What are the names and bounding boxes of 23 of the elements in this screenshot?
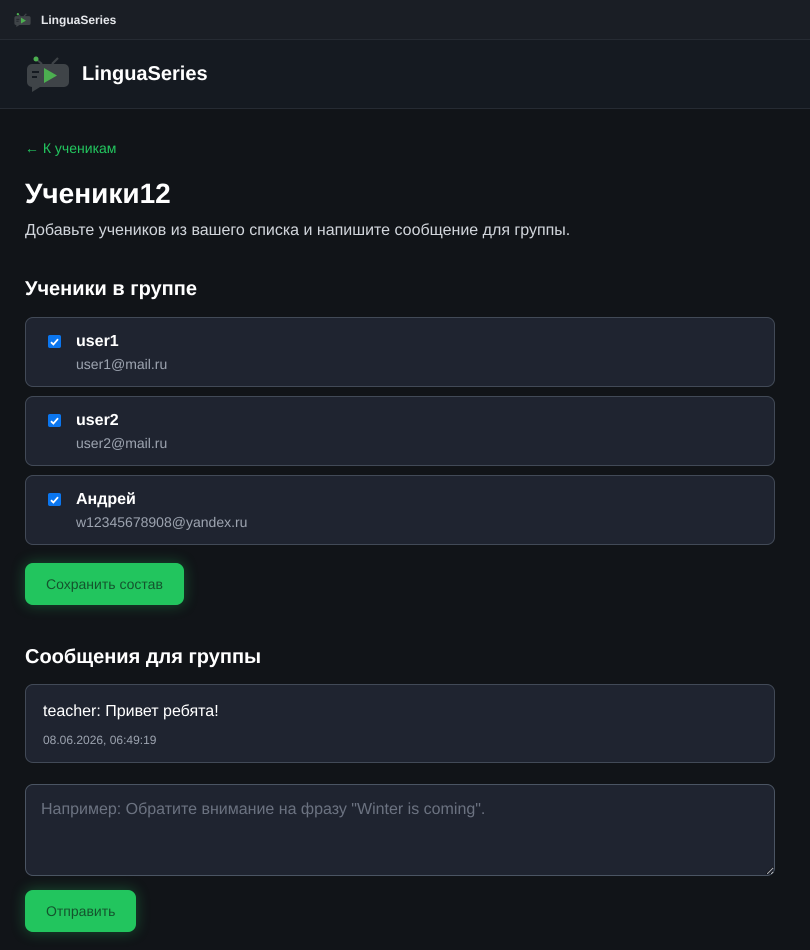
checkbox[interactable] <box>48 414 61 427</box>
section-heading: Ученики в группе <box>25 277 198 302</box>
message-text: teacher: Привет ребята! <box>43 702 219 722</box>
student-email: user2@mail.ru <box>76 434 168 453</box>
page-subtitle: Добавьте учеников из вашего списка и напишите сообщение для группы. <box>25 221 572 241</box>
message-time: 08.06.2026, 06:49:19 <box>43 732 156 748</box>
checkbox[interactable] <box>48 335 61 348</box>
send-button[interactable]: Отправить <box>25 890 136 932</box>
tv-logo-icon <box>26 56 70 92</box>
student-email: w12345678908@yandex.ru <box>76 513 248 532</box>
section-heading: Сообщения для группы <box>25 645 262 670</box>
back-link[interactable]: ← К ученикам <box>25 138 116 158</box>
window-title: LinguaSeries <box>41 12 116 28</box>
brand-name: LinguaSeries <box>82 62 208 87</box>
message-field[interactable]: Например: Обратите внимание на фразу "Winter is coming". <box>25 784 775 876</box>
checkbox[interactable] <box>48 493 61 506</box>
student-email: user1@mail.ru <box>76 355 168 374</box>
student-name: user1 <box>76 332 120 352</box>
tv-logo-icon <box>14 12 31 26</box>
student-name: user2 <box>76 411 120 431</box>
save-button[interactable]: Сохранить состав <box>25 563 184 605</box>
student-name: Андрей <box>76 490 137 510</box>
page-title: Ученики12 <box>25 177 172 211</box>
